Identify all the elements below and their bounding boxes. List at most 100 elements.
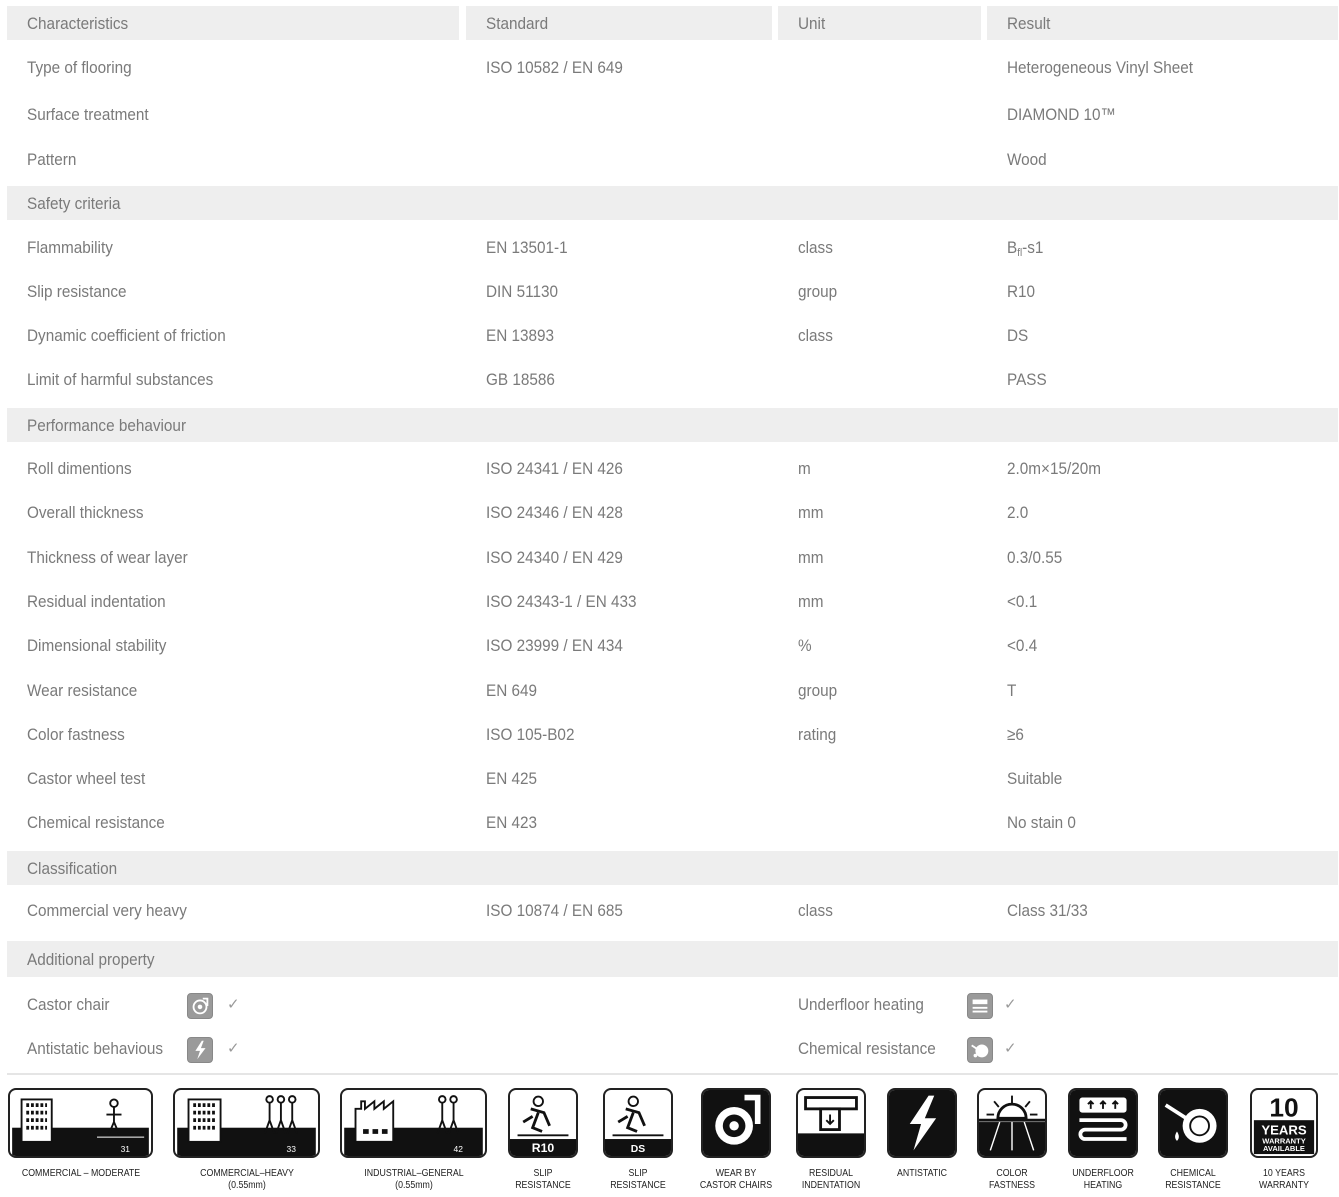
row-standard: EN 649	[486, 681, 538, 700]
additional-item: Underfloor heating ✓	[7, 993, 1338, 1021]
caption-line-2: FASTNESS	[989, 1180, 1035, 1191]
row-name: Limit of harmful substances	[27, 370, 214, 389]
badge-caption: SLIP RESISTANCE	[610, 1168, 666, 1192]
badge-slip-resistance-ds: DS SLIP RESISTANCE	[603, 1088, 673, 1197]
badge-industrial-general: 42 INDUSTRIAL–GENERAL (0.55mm)	[340, 1088, 487, 1197]
row-result: ≥6	[1007, 725, 1024, 744]
badge-caption: INDUSTRIAL–GENERAL (0.55mm)	[364, 1168, 463, 1192]
row-name: Surface treatment	[27, 105, 149, 124]
table-row: Castor wheel test EN 425 Suitable	[7, 769, 1338, 791]
row-standard: ISO 10874 / EN 685	[486, 901, 623, 920]
caption-line-1: SLIP	[628, 1168, 648, 1179]
caption-line-1: RESIDUAL	[808, 1168, 854, 1179]
row-unit: group	[798, 681, 838, 700]
result-tail: -s1	[1022, 238, 1044, 257]
table-row: Overall thickness ISO 24346 / EN 428 mm 2.0	[7, 503, 1338, 525]
badge-castor-chairs: WEAR BY CASTOR CHAIRS	[699, 1088, 773, 1197]
row-standard: ISO 23999 / EN 434	[486, 636, 623, 655]
row-standard: ISO 24341 / EN 426	[486, 459, 623, 478]
row-standard: EN 425	[486, 769, 538, 788]
row-result: 2.0	[1007, 503, 1029, 522]
row-result: DIAMOND 10™	[1007, 105, 1116, 124]
badge-caption: COLOR FASTNESS	[989, 1168, 1035, 1192]
badge-chemical-resistance: CHEMICAL RESISTANCE	[1158, 1088, 1228, 1197]
badge-caption: ANTISTATIC	[897, 1168, 947, 1180]
row-name: Dimensional stability	[27, 636, 167, 655]
badge-underfloor-heating: UNDERFLOOR HEATING	[1068, 1088, 1138, 1197]
slip-resistance-ds-icon: DS	[603, 1088, 673, 1158]
row-unit: m	[798, 459, 811, 478]
table-row: Slip resistance DIN 51130 group R10	[7, 282, 1338, 304]
row-unit: %	[798, 636, 812, 655]
commercial-heavy-icon: 33	[173, 1088, 320, 1158]
additional-label: Chemical resistance	[798, 1039, 936, 1058]
row-standard: EN 423	[486, 813, 538, 832]
commercial-moderate-icon: 31	[8, 1088, 153, 1158]
table-row: Surface treatment DIAMOND 10™	[7, 105, 1338, 127]
table-row: Residual indentation ISO 24343-1 / EN 433…	[7, 592, 1338, 614]
row-name: Castor wheel test	[27, 769, 146, 788]
caption-line-1: COLOR	[996, 1168, 1028, 1179]
badge-code: DS	[631, 1144, 645, 1155]
section-header-additional: Additional property	[7, 941, 1338, 977]
row-name: Color fastness	[27, 725, 125, 744]
row-standard: EN 13893	[486, 326, 555, 345]
row-unit: class	[798, 326, 833, 345]
row-result: R10	[1007, 282, 1036, 301]
badge-strip: 31 COMMERCIAL – MODERATE 33 COMMERCIAL–H…	[0, 1088, 1339, 1197]
caption-line-2: RESISTANCE	[610, 1180, 666, 1191]
row-name: Slip resistance	[27, 282, 127, 301]
row-result: <0.4	[1007, 636, 1038, 655]
row-result: T	[1007, 681, 1017, 700]
badge-commercial-moderate: 31 COMMERCIAL – MODERATE	[8, 1088, 153, 1197]
table-row: Commercial very heavy ISO 10874 / EN 685…	[7, 901, 1338, 923]
color-fastness-icon	[977, 1088, 1047, 1158]
row-standard: GB 18586	[486, 370, 555, 389]
badge-code: 31	[121, 1144, 131, 1154]
row-unit: class	[798, 901, 833, 920]
row-unit: group	[798, 282, 838, 301]
caption-line-2: (0.55mm)	[394, 1180, 433, 1191]
antistatic-icon	[887, 1088, 957, 1158]
row-standard: EN 13501-1	[486, 238, 568, 257]
caption-line-1: ANTISTATIC	[896, 1168, 948, 1179]
row-unit: mm	[798, 548, 824, 567]
row-unit: class	[798, 238, 833, 257]
badge-color-fastness: COLOR FASTNESS	[977, 1088, 1047, 1197]
table-row: Dimensional stability ISO 23999 / EN 434%…	[7, 636, 1338, 658]
row-unit: rating	[798, 725, 837, 744]
check-icon: ✓	[1004, 996, 1017, 1013]
table-row: Wear resistance EN 649 group T	[7, 681, 1338, 703]
row-result: 0.3/0.55	[1007, 548, 1063, 567]
row-standard: ISO 105-B02	[486, 725, 575, 744]
section-title: Safety criteria	[27, 194, 121, 213]
additional-item: Chemical resistance ✓	[7, 1037, 1338, 1065]
chemical-resistance-icon	[967, 1037, 993, 1063]
badge-code: 33	[287, 1144, 297, 1154]
row-result: Bfl-s1	[1007, 238, 1043, 259]
row-standard: ISO 24346 / EN 428	[486, 503, 623, 522]
section-title: Performance behaviour	[27, 416, 187, 435]
badge-warranty: 10 YEARS WARRANTY AVAILABLE 10 YEARS WARR…	[1250, 1088, 1318, 1197]
caption-line-2: WARRANTY	[1258, 1180, 1310, 1191]
row-name: Thickness of wear layer	[27, 548, 188, 567]
caption-line-1: INDUSTRIAL–GENERAL	[363, 1168, 464, 1179]
table-row: Color fastness ISO 105-B02 rating ≥6	[7, 725, 1338, 747]
badge-slip-resistance-r10: R10 SLIP RESISTANCE	[508, 1088, 578, 1197]
table-row: Type of flooring ISO 10582 / EN 649 Hete…	[7, 58, 1338, 80]
badge-code: R10	[532, 1141, 555, 1155]
row-name: Overall thickness	[27, 503, 144, 522]
row-result: Suitable	[1007, 769, 1063, 788]
badge-caption: 10 YEARS WARRANTY	[1259, 1168, 1309, 1192]
caption-line-1: SLIP	[533, 1168, 553, 1179]
row-result: <0.1	[1007, 592, 1038, 611]
row-unit: mm	[798, 503, 824, 522]
caption-line-2: CASTOR CHAIRS	[699, 1180, 773, 1191]
section-header-classification: Classification	[7, 851, 1338, 885]
residual-indentation-icon	[796, 1088, 866, 1158]
row-standard: ISO 24340 / EN 429	[486, 548, 623, 567]
warranty-years: YEARS	[1261, 1122, 1307, 1137]
badge-caption: RESIDUAL INDENTATION	[802, 1168, 860, 1192]
row-standard: DIN 51130	[486, 282, 559, 301]
header-result: Result	[1007, 14, 1051, 33]
